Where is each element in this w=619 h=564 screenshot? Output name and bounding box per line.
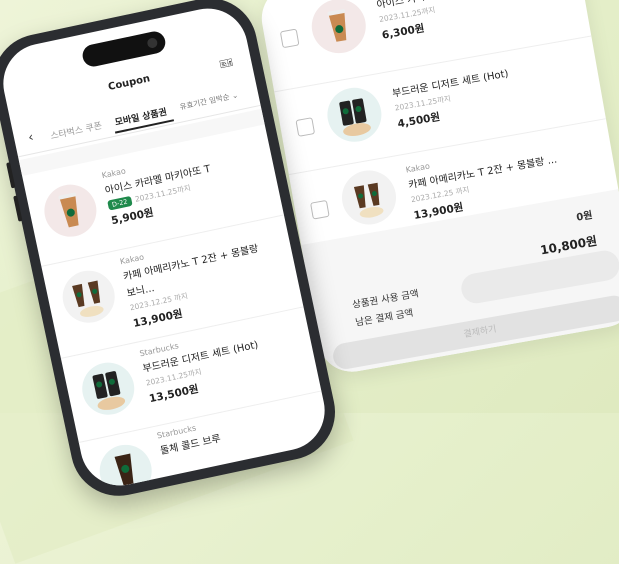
sort-dropdown[interactable]: 유효기간 임박순 ⌄ bbox=[179, 89, 239, 112]
tab-mobile-gift-card[interactable]: 모바일 상품권 bbox=[114, 105, 168, 129]
tab-starbucks-coupon[interactable]: 스타벅스 쿠폰 bbox=[49, 118, 103, 142]
checkbox[interactable] bbox=[295, 117, 316, 137]
back-icon[interactable]: ‹ bbox=[27, 130, 35, 146]
coupon-icon[interactable]: 🎫︎ bbox=[218, 56, 234, 72]
product-image-dessert-set bbox=[77, 357, 140, 420]
product-image-iced-caramel bbox=[307, 0, 371, 58]
product-image-americano-set bbox=[57, 265, 120, 328]
product-image-dessert-set bbox=[323, 83, 386, 147]
product-image-cold-brew bbox=[94, 440, 157, 493]
checkbox[interactable] bbox=[279, 28, 300, 49]
product-image-americano-set bbox=[337, 166, 401, 229]
dynamic-island bbox=[80, 29, 168, 69]
used-amount-value: 0원 bbox=[575, 210, 594, 224]
checkbox[interactable] bbox=[310, 199, 330, 220]
volume-down-button bbox=[13, 195, 23, 222]
volume-up-button bbox=[6, 162, 16, 189]
sort-label: 유효기간 임박순 bbox=[178, 92, 231, 112]
chevron-down-icon: ⌄ bbox=[230, 90, 239, 101]
camera-icon bbox=[146, 37, 159, 49]
product-image-iced-caramel bbox=[39, 179, 102, 242]
